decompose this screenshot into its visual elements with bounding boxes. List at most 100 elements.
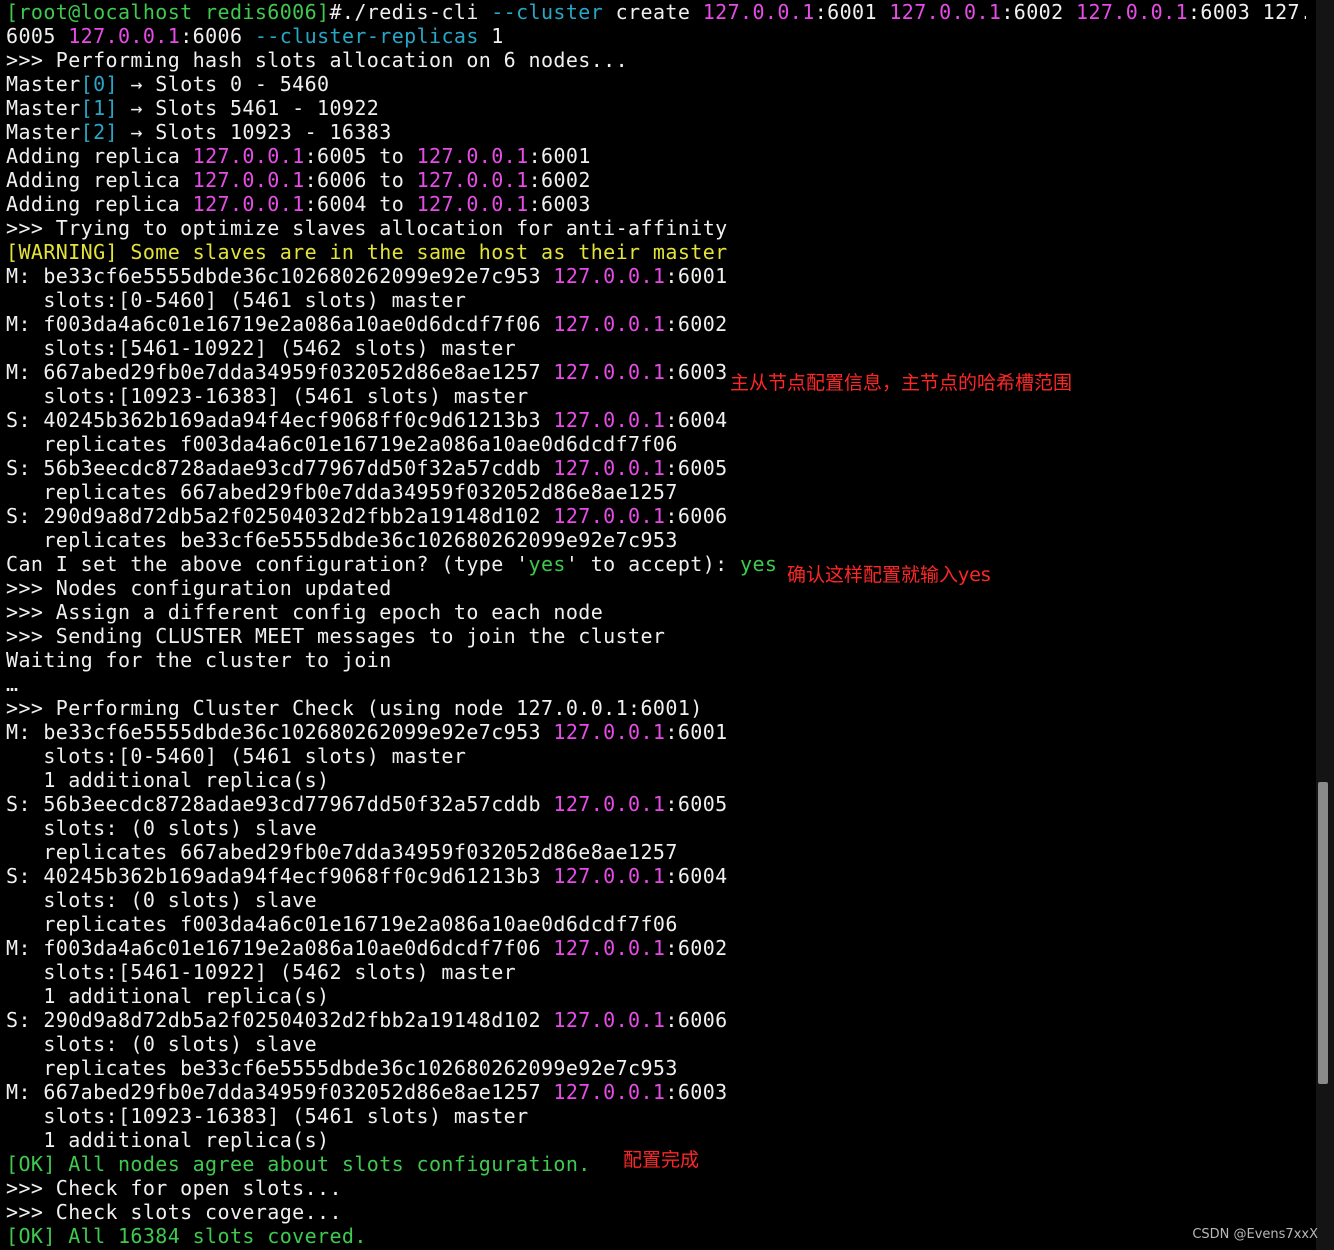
terminal-text-segment: replicates f003da4a6c01e16719e2a086a10ae… — [6, 912, 678, 936]
terminal-line: S: 290d9a8d72db5a2f02504032d2fbb2a19148d… — [6, 1008, 1306, 1032]
terminal-text-segment: :6005 — [665, 792, 728, 816]
terminal-text-segment: 127.0.0.1 — [553, 264, 666, 288]
terminal-line: S: 56b3eecdc8728adae93cd77967dd50f32a57c… — [6, 792, 1306, 816]
terminal-text-segment: [root@localhost redis6006] — [6, 0, 330, 24]
terminal-text-segment: :6002 — [528, 168, 591, 192]
terminal-text-segment: 127.0.0.1 — [553, 936, 666, 960]
terminal-line: Adding replica 127.0.0.1:6005 to 127.0.0… — [6, 144, 1306, 168]
terminal-text-segment: :6004 — [665, 864, 728, 888]
terminal-text-segment: :6001 — [528, 144, 591, 168]
terminal-line: S: 40245b362b169ada94f4ecf9068ff0c9d6121… — [6, 864, 1306, 888]
terminal-line: Master[1] → Slots 5461 - 10922 — [6, 96, 1306, 120]
terminal-text-segment: 127.0.0.1 — [1076, 0, 1188, 24]
terminal-text-segment: slots:[5461-10922] (5462 slots) master — [6, 336, 517, 360]
terminal-line: [root@localhost redis6006]#./redis-cli -… — [6, 0, 1306, 24]
terminal-text-segment: :6003 — [665, 1080, 728, 1104]
terminal-text-segment: >>> Sending CLUSTER MEET messages to joi… — [6, 624, 666, 648]
terminal-line: S: 40245b362b169ada94f4ecf9068ff0c9d6121… — [6, 408, 1306, 432]
terminal-text-segment: :6006 — [665, 1008, 728, 1032]
terminal-text-segment: replicates 667abed29fb0e7dda34959f032052… — [6, 480, 678, 504]
terminal-text-segment: M: be33cf6e5555dbde36c102680262099e92e7c… — [6, 720, 554, 744]
terminal-text-segment: M: 667abed29fb0e7dda34959f032052d86e8ae1… — [6, 1080, 554, 1104]
terminal-text-segment: [2] — [80, 120, 118, 144]
terminal-line: replicates 667abed29fb0e7dda34959f032052… — [6, 480, 1306, 504]
terminal-text-segment: :6005 to — [304, 144, 417, 168]
terminal-line: S: 56b3eecdc8728adae93cd77967dd50f32a57c… — [6, 456, 1306, 480]
terminal-text-segment: 127.0.0.1 — [553, 792, 666, 816]
terminal-text-segment: … — [6, 672, 19, 696]
terminal-text-segment: >>> Performing Cluster Check (using node… — [6, 696, 703, 720]
watermark: CSDN @Evens7xxX — [1192, 1227, 1318, 1242]
terminal-text-segment: M: 667abed29fb0e7dda34959f032052d86e8ae1… — [6, 360, 554, 384]
terminal-line: replicates be33cf6e5555dbde36c1026802620… — [6, 528, 1306, 552]
terminal-text-segment: replicates be33cf6e5555dbde36c1026802620… — [6, 528, 678, 552]
terminal-line: >>> Trying to optimize slaves allocation… — [6, 216, 1306, 240]
terminal-text-segment: 127.0.0.1 — [553, 456, 666, 480]
terminal-text-segment: 127.0.0.1 — [553, 408, 666, 432]
terminal-line: slots:[5461-10922] (5462 slots) master — [6, 336, 1306, 360]
terminal-text-segment: 1 additional replica(s) — [6, 1128, 330, 1152]
terminal-text-segment: S: 290d9a8d72db5a2f02504032d2fbb2a19148d… — [6, 1008, 554, 1032]
terminal-line: 1 additional replica(s) — [6, 768, 1306, 792]
annotation-config-done: 配置完成 — [623, 1149, 700, 1171]
terminal-text-segment: >>> Check for open slots... — [6, 1176, 342, 1200]
terminal-text-segment: M: be33cf6e5555dbde36c102680262099e92e7c… — [6, 264, 554, 288]
terminal-text-segment: replicates be33cf6e5555dbde36c1026802620… — [6, 1056, 678, 1080]
terminal-text-segment: replicates f003da4a6c01e16719e2a086a10ae… — [6, 432, 678, 456]
annotation-confirm-yes: 确认这样配置就输入yes — [787, 564, 991, 586]
terminal-text-segment: >>> Check slots coverage... — [6, 1200, 342, 1224]
terminal-text-segment: 127.0.0.1 — [553, 1008, 666, 1032]
terminal-text-segment: >>> Assign a different config epoch to e… — [6, 600, 604, 624]
terminal-text-segment: S: 40245b362b169ada94f4ecf9068ff0c9d6121… — [6, 864, 554, 888]
terminal-text-segment: Master — [6, 96, 81, 120]
terminal-line: slots: (0 slots) slave — [6, 888, 1306, 912]
terminal-text-segment: [OK] All 16384 slots covered. — [6, 1224, 367, 1248]
terminal-text-segment: slots:[5461-10922] (5462 slots) master — [6, 960, 517, 984]
terminal-text-segment: :6006 — [665, 504, 728, 528]
terminal-line: Master[2] → Slots 10923 - 16383 — [6, 120, 1306, 144]
terminal-line: Master[0] → Slots 0 - 5460 — [6, 72, 1306, 96]
terminal-line: >>> Performing hash slots allocation on … — [6, 48, 1306, 72]
terminal-text-segment: M: f003da4a6c01e16719e2a086a10ae0d6dcdf7… — [6, 312, 554, 336]
terminal-line: >>> Performing Cluster Check (using node… — [6, 696, 1306, 720]
terminal-text-segment: slots:[10923-16383] (5461 slots) master — [6, 1104, 529, 1128]
terminal-text-segment: Master — [6, 72, 81, 96]
terminal-line: S: 290d9a8d72db5a2f02504032d2fbb2a19148d… — [6, 504, 1306, 528]
terminal-text-segment: --cluster-replicas — [254, 24, 479, 48]
terminal-line: M: f003da4a6c01e16719e2a086a10ae0d6dcdf7… — [6, 312, 1306, 336]
terminal-text-segment: :6001 — [665, 720, 728, 744]
terminal-line: replicates be33cf6e5555dbde36c1026802620… — [6, 1056, 1306, 1080]
terminal-window[interactable]: [root@localhost redis6006]#./redis-cli -… — [0, 0, 1334, 1250]
terminal-line: slots:[5461-10922] (5462 slots) master — [6, 960, 1306, 984]
terminal-text-segment: :6003 — [665, 360, 728, 384]
terminal-text-segment: :6003 — [528, 192, 591, 216]
terminal-text-segment: 127.0.0.1 — [553, 1080, 666, 1104]
terminal-text-segment: Can I set the above configuration? (type… — [6, 552, 529, 576]
terminal-text-segment: 127.0.0.1 — [416, 192, 529, 216]
terminal-line: slots: (0 slots) slave — [6, 816, 1306, 840]
terminal-line: Waiting for the cluster to join — [6, 648, 1306, 672]
terminal-text-segment: Adding replica — [6, 192, 193, 216]
terminal-text-segment: Master — [6, 120, 81, 144]
terminal-text-segment: 1 additional replica(s) — [6, 768, 330, 792]
terminal-line: [WARNING] Some slaves are in the same ho… — [6, 240, 1306, 264]
terminal-line: slots:[0-5460] (5461 slots) master — [6, 288, 1306, 312]
terminal-text-segment: S: 56b3eecdc8728adae93cd77967dd50f32a57c… — [6, 792, 554, 816]
terminal-text-segment: → Slots 0 - 5460 — [117, 72, 330, 96]
terminal-text-segment: 127.0.0.1 — [702, 0, 815, 24]
terminal-text-segment: :6001 — [665, 264, 728, 288]
terminal-line: >>> Check slots coverage... — [6, 1200, 1306, 1224]
terminal-text-segment: S: 40245b362b169ada94f4ecf9068ff0c9d6121… — [6, 408, 554, 432]
annotation-master-slave-info: 主从节点配置信息，主节点的哈希槽范围 — [730, 372, 1073, 394]
terminal-text-segment: 127.0.0.1 — [553, 312, 666, 336]
terminal-text-segment: yes — [740, 552, 778, 576]
terminal-text-segment: 6005 — [6, 24, 69, 48]
terminal-line: [OK] All 16384 slots covered. — [6, 1224, 1306, 1248]
terminal-text-segment: :6002 — [1001, 0, 1076, 24]
terminal-line: 1 additional replica(s) — [6, 984, 1306, 1008]
terminal-line: Can I set the above configuration? (type… — [6, 552, 1306, 576]
terminal-text-segment: 127.0.0.1 — [889, 0, 1002, 24]
terminal-text-segment: :6003 127.0.0 — [1187, 0, 1306, 24]
terminal-line: Adding replica 127.0.0.1:6006 to 127.0.0… — [6, 168, 1306, 192]
scrollbar-thumb[interactable] — [1318, 782, 1328, 1084]
